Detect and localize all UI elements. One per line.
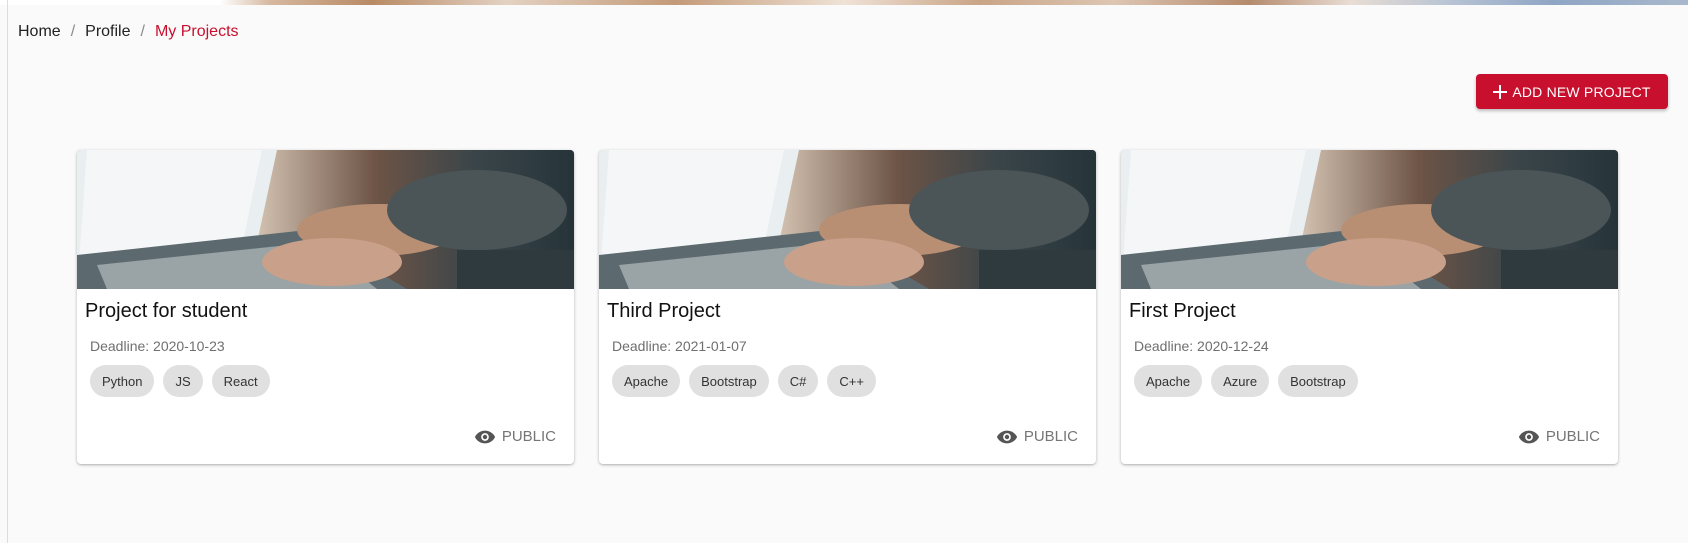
laptop-typing-image <box>599 150 1096 289</box>
tag-chip[interactable]: JS <box>163 365 203 397</box>
breadcrumb-profile-link[interactable]: Profile <box>85 23 130 41</box>
eye-icon <box>474 430 495 443</box>
visibility-label: PUBLIC <box>1023 428 1078 445</box>
tag-chip[interactable]: Bootstrap <box>1278 365 1358 397</box>
project-deadline: Deadline: 2020-10-23 <box>90 338 225 354</box>
tag-chip[interactable]: Azure <box>1211 365 1270 397</box>
tag-list: Python JS React <box>90 365 279 397</box>
tag-chip[interactable]: Apache <box>612 365 681 397</box>
project-image[interactable] <box>77 150 574 289</box>
project-title[interactable]: First Project <box>1129 300 1236 323</box>
project-deadline: Deadline: 2020-12-24 <box>1134 338 1269 354</box>
project-image[interactable] <box>599 150 1096 289</box>
breadcrumb: Home / Profile / My Projects <box>18 22 239 42</box>
add-new-project-button[interactable]: ADD NEW PROJECT <box>1476 74 1668 109</box>
header-banner-image <box>0 0 1688 5</box>
project-deadline: Deadline: 2021-01-07 <box>612 338 747 354</box>
breadcrumb-separator: / <box>140 23 145 40</box>
project-card[interactable]: First Project Deadline: 2020-12-24 Apach… <box>1121 150 1618 464</box>
page: Home / Profile / My Projects ADD NEW PRO… <box>0 0 1688 543</box>
project-card[interactable]: Project for student Deadline: 2020-10-23… <box>77 150 574 464</box>
eye-icon <box>996 430 1017 443</box>
breadcrumb-current: My Projects <box>154 23 239 40</box>
tag-chip[interactable]: Python <box>90 365 155 397</box>
tag-chip[interactable]: Apache <box>1134 365 1203 397</box>
tag-chip[interactable]: C# <box>777 365 819 397</box>
left-divider <box>7 0 8 543</box>
laptop-typing-image <box>77 150 574 289</box>
tag-chip[interactable]: Bootstrap <box>689 365 769 397</box>
breadcrumb-home-link[interactable]: Home <box>18 23 61 41</box>
plus-icon <box>1493 84 1508 99</box>
tag-chip[interactable]: C++ <box>827 365 876 397</box>
add-new-project-label: ADD NEW PROJECT <box>1512 83 1651 100</box>
visibility-label: PUBLIC <box>501 428 556 445</box>
project-card[interactable]: Third Project Deadline: 2021-01-07 Apach… <box>599 150 1096 464</box>
project-title[interactable]: Third Project <box>607 300 720 323</box>
visibility-status: PUBLIC <box>996 428 1078 445</box>
visibility-label: PUBLIC <box>1545 428 1600 445</box>
visibility-status: PUBLIC <box>1518 428 1600 445</box>
tag-list: Apache Bootstrap C# C++ <box>612 365 885 397</box>
visibility-status: PUBLIC <box>474 428 556 445</box>
project-image[interactable] <box>1121 150 1618 289</box>
laptop-typing-image <box>1121 150 1618 289</box>
breadcrumb-separator: / <box>70 23 76 40</box>
tag-list: Apache Azure Bootstrap <box>1134 365 1367 397</box>
project-title[interactable]: Project for student <box>85 300 247 323</box>
tag-chip[interactable]: React <box>211 365 270 397</box>
eye-icon <box>1518 430 1539 443</box>
